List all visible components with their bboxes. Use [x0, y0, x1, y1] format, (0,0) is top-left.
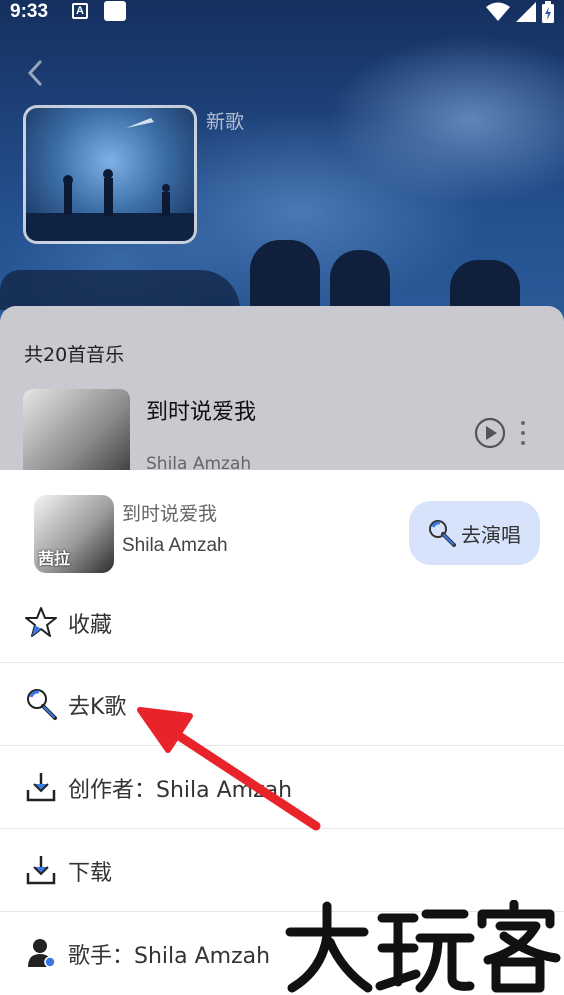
concert-image [26, 118, 194, 241]
signal-icon [516, 2, 536, 22]
play-icon[interactable] [474, 417, 506, 449]
sheet-song-title: 到时说爱我 [122, 503, 218, 525]
song-thumbnail[interactable] [23, 389, 130, 470]
song-count-label: 共20首音乐 [24, 344, 125, 366]
menu-label-favorite: 收藏 [68, 613, 113, 638]
battery-icon [542, 1, 554, 23]
download-icon [26, 856, 56, 885]
wifi-icon [486, 2, 510, 21]
status-time: 9:33 [10, 1, 49, 22]
download-icon [26, 773, 56, 802]
song-list-card: 共20首音乐 到时说爱我 Shila Amzah [0, 306, 564, 470]
microphone-icon [429, 520, 456, 547]
menu-label-singer: 歌手：Shila Amzah [68, 944, 271, 969]
watermark-logo [285, 900, 561, 993]
sheet-song-thumbnail: 茜拉 [34, 495, 114, 573]
go-sing-label: 去演唱 [461, 522, 521, 547]
microphone-icon [27, 689, 57, 720]
menu-item-karaoke[interactable]: 去K歌 [0, 663, 564, 746]
go-sing-button[interactable]: 去演唱 [409, 501, 540, 565]
sheet-song-artist: Shila Amzah [122, 535, 228, 556]
song-title[interactable]: 到时说爱我 [146, 394, 256, 426]
person-icon [28, 939, 56, 968]
playlist-title: 新歌 [206, 111, 245, 133]
playlist-cover [23, 105, 197, 244]
menu-label-download: 下载 [68, 861, 113, 886]
app-notification-icon [104, 1, 126, 21]
menu-label-composer: 创作者：Shila Amzah [68, 778, 293, 803]
menu-item-favorite[interactable]: 收藏 [0, 581, 564, 664]
menu-label-karaoke: 去K歌 [68, 695, 127, 720]
song-artist: Shila Amzah [146, 454, 252, 470]
more-options-icon[interactable] [520, 420, 526, 446]
back-arrow-icon[interactable] [22, 56, 50, 90]
menu-item-composer[interactable]: 创作者：Shila Amzah [0, 746, 564, 829]
star-icon [25, 607, 57, 637]
status-indicators [486, 1, 554, 23]
status-bar: 9:33 A [0, 0, 564, 24]
header-background: 9:33 A 新歌 共20首音乐 到时说爱我 Shila Amzah [0, 0, 564, 470]
thumbnail-caption: 茜拉 [38, 549, 71, 568]
notification-icon: A [72, 3, 88, 19]
